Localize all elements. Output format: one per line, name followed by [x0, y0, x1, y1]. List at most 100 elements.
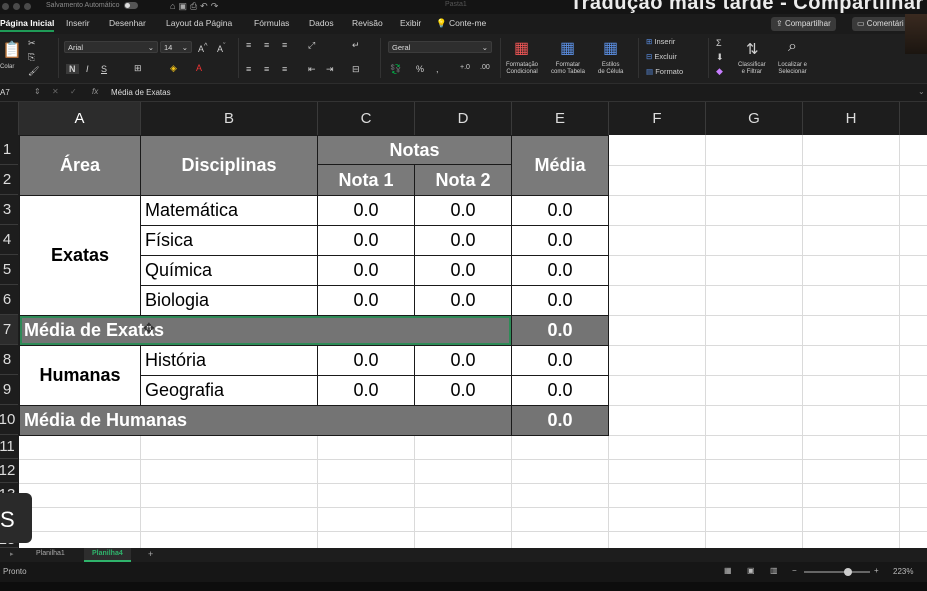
row-header[interactable]: 4 [0, 225, 18, 255]
row-header[interactable]: 9 [0, 375, 18, 405]
align-right-icon[interactable]: ≡ [282, 64, 287, 74]
grade2-cell[interactable]: 0.0 [414, 255, 512, 286]
copy-icon[interactable]: ⎘ [28, 52, 35, 63]
page-layout-view-icon[interactable]: ▣ [747, 566, 755, 575]
average-cell[interactable]: 0.0 [511, 345, 609, 376]
align-top-icon[interactable]: ≡ [246, 40, 251, 50]
format-painter-icon[interactable]: 🖌 [28, 66, 39, 77]
row-header[interactable]: 5 [0, 255, 18, 285]
sheet-tab-active[interactable]: Planilha4 [84, 548, 131, 562]
increase-decimal-icon[interactable]: +.0 [460, 64, 470, 71]
average-cell[interactable]: 0.0 [511, 225, 609, 256]
quick-access-toolbar[interactable]: ⌂▣⎙↶↷ [170, 1, 221, 12]
underline-button[interactable]: S [101, 64, 107, 74]
average-cell[interactable]: 0.0 [511, 255, 609, 286]
column-header[interactable]: G [706, 102, 803, 135]
add-sheet-button[interactable]: + [148, 549, 153, 559]
autosum-icon[interactable]: Σ [716, 38, 722, 48]
orientation-icon[interactable]: ⤢ [308, 40, 315, 51]
redo-icon[interactable]: ↷ [211, 1, 222, 11]
number-format-select[interactable]: Geral ⌄ [388, 41, 492, 53]
zoom-window-button[interactable] [24, 3, 31, 10]
row-header[interactable]: 1 [0, 135, 18, 165]
minimize-window-button[interactable] [13, 3, 20, 10]
discipline-cell[interactable]: Geografia [140, 375, 318, 406]
name-box[interactable]: A7 [0, 88, 10, 97]
discipline-cell[interactable]: História [140, 345, 318, 376]
column-header[interactable]: B [141, 102, 318, 135]
tab-draw[interactable]: Desenhar [109, 18, 146, 28]
column-header[interactable]: F [609, 102, 706, 135]
merge-center-icon[interactable]: ⊟ [352, 64, 360, 75]
decrease-font-icon[interactable]: Aˇ [217, 41, 226, 54]
zoom-slider-track[interactable] [804, 571, 870, 573]
conditional-formatting-icon[interactable]: ▦ [514, 38, 529, 58]
decrease-decimal-icon[interactable]: .00 [480, 64, 490, 71]
save-icon[interactable]: ▣ [178, 1, 190, 11]
font-color-icon[interactable]: A [196, 63, 202, 73]
row-header[interactable]: 10 [0, 405, 18, 435]
cancel-icon[interactable]: ✕ [52, 87, 59, 96]
expand-formula-icon[interactable]: ⌄ [918, 87, 925, 96]
worksheet-grid[interactable]: Área Disciplinas Notas Nota 1 Nota 2 Méd… [19, 135, 927, 548]
tab-page-layout[interactable]: Layout da Página [166, 18, 232, 28]
tab-home[interactable]: Página Inicial [0, 18, 55, 32]
grade2-header-cell[interactable]: Nota 2 [414, 164, 512, 196]
align-center-icon[interactable]: ≡ [264, 64, 269, 74]
comments-button[interactable]: ▭ Comentári [852, 17, 909, 31]
align-left-icon[interactable]: ≡ [246, 64, 251, 74]
discipline-cell[interactable]: Química [140, 255, 318, 286]
align-bottom-icon[interactable]: ≡ [282, 40, 287, 50]
align-middle-icon[interactable]: ≡ [264, 40, 269, 50]
column-header[interactable]: A [19, 102, 141, 135]
column-header[interactable]: E [512, 102, 609, 135]
font-size-select[interactable]: 14 ⌄ [160, 41, 192, 53]
confirm-icon[interactable]: ✓ [70, 87, 77, 96]
increase-font-icon[interactable]: A^ [198, 41, 208, 54]
share-button[interactable]: ⇪ Compartilhar [771, 17, 836, 31]
find-select-icon[interactable]: ⌕ [788, 38, 797, 56]
decrease-indent-icon[interactable]: ⇤ [308, 64, 316, 75]
average-cell[interactable]: 0.0 [511, 195, 609, 226]
grade2-cell[interactable]: 0.0 [414, 285, 512, 316]
disciplines-header-cell[interactable]: Disciplinas [140, 135, 318, 196]
grade1-cell[interactable]: 0.0 [317, 285, 415, 316]
zoom-out-button[interactable]: − [792, 566, 797, 575]
column-header[interactable]: H [803, 102, 900, 135]
increase-indent-icon[interactable]: ⇥ [326, 64, 334, 75]
wrap-text-icon[interactable]: ↵ [352, 40, 360, 51]
column-header[interactable]: C [318, 102, 415, 135]
exatas-average-label-cell[interactable]: Média de Exatas [19, 315, 512, 346]
grade1-header-cell[interactable]: Nota 1 [317, 164, 415, 196]
zoom-in-button[interactable]: + [874, 566, 879, 575]
group-humanas-cell[interactable]: Humanas [19, 345, 141, 406]
grade1-cell[interactable]: 0.0 [317, 225, 415, 256]
discipline-cell[interactable]: Matemática [140, 195, 318, 226]
window-controls[interactable] [2, 3, 31, 10]
humanas-average-cell[interactable]: 0.0 [511, 405, 609, 436]
italic-button[interactable]: I [86, 64, 89, 74]
zoom-slider-thumb[interactable] [844, 568, 852, 576]
paste-icon[interactable]: 📋 [2, 40, 22, 60]
tab-formulas[interactable]: Fórmulas [254, 18, 289, 28]
average-cell[interactable]: 0.0 [511, 375, 609, 406]
row-header[interactable]: 6 [0, 285, 18, 315]
autosave-control[interactable]: Salvamento Automático [46, 2, 138, 9]
comma-style-icon[interactable]: , [436, 64, 439, 74]
tab-review[interactable]: Revisão [352, 18, 383, 28]
zoom-level[interactable]: 223% [893, 567, 913, 576]
print-icon[interactable]: ⎙ [190, 1, 200, 11]
row-header[interactable]: 12 [0, 459, 18, 483]
average-cell[interactable]: 0.0 [511, 285, 609, 316]
discipline-cell[interactable]: Biologia [140, 285, 318, 316]
tell-me[interactable]: 💡 Conte-me [436, 18, 486, 29]
cut-icon[interactable]: ✂ [28, 38, 36, 49]
bold-button[interactable]: N [66, 64, 79, 74]
undo-icon[interactable]: ↶ [200, 1, 211, 11]
tab-data[interactable]: Dados [309, 18, 334, 28]
format-cells-button[interactable]: ▤ Formato [646, 67, 683, 76]
delete-cells-button[interactable]: ⊟ Excluir [646, 52, 677, 61]
humanas-average-label-cell[interactable]: Média de Humanas [19, 405, 512, 436]
grade2-cell[interactable]: 0.0 [414, 225, 512, 256]
grades-header-cell[interactable]: Notas [317, 135, 512, 165]
